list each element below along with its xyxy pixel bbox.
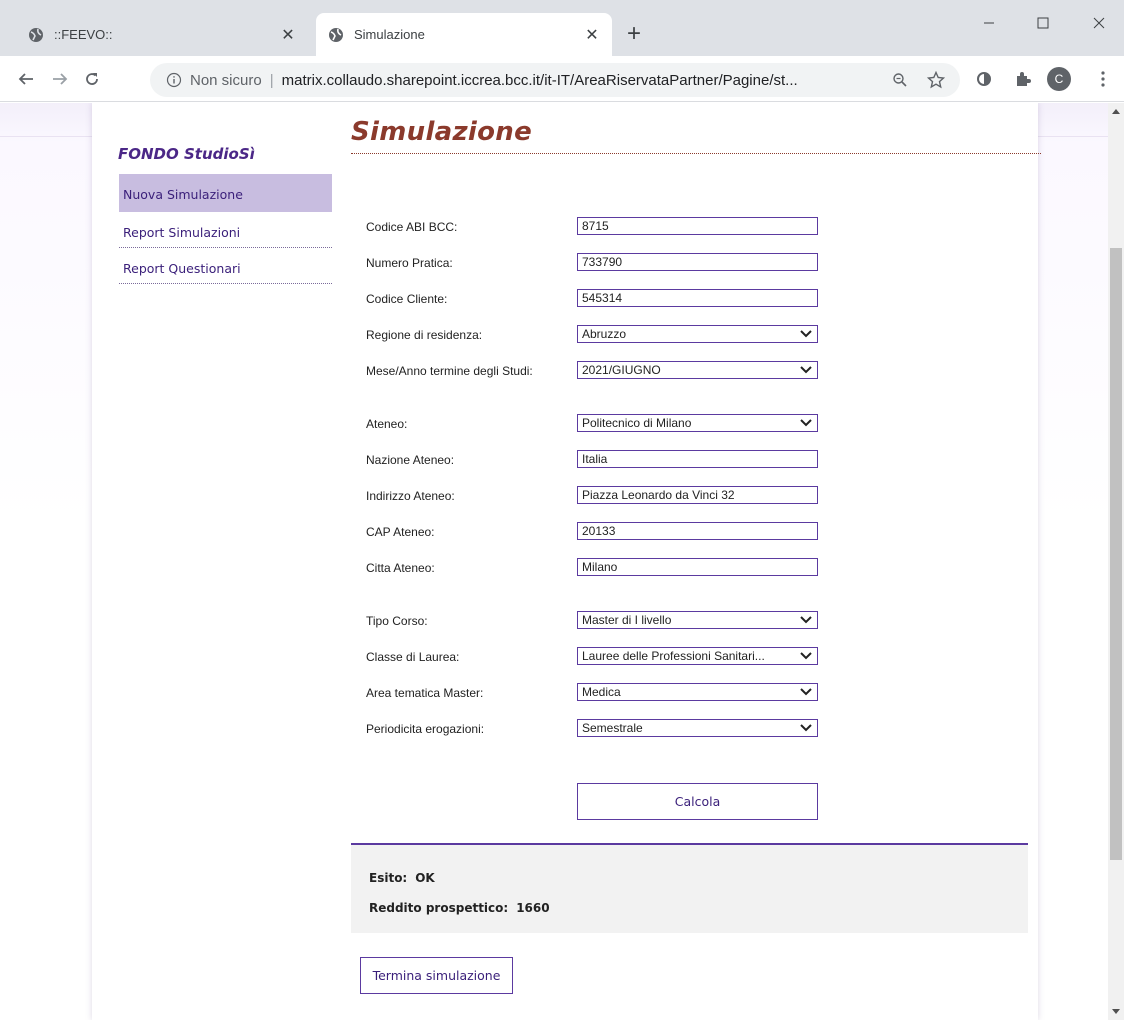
esito-value: OK bbox=[415, 871, 435, 885]
bookmark-star-icon[interactable] bbox=[926, 70, 946, 90]
tab-title: ::FEEVO:: bbox=[54, 27, 113, 42]
periodicita-label: Periodicita erogazioni: bbox=[366, 722, 485, 736]
arrow-right-icon bbox=[53, 73, 68, 85]
ateneo-value: Politecnico di Milano bbox=[582, 416, 692, 430]
mese-anno-label: Mese/Anno termine degli Studi: bbox=[366, 364, 533, 378]
maximize-icon bbox=[1037, 17, 1049, 29]
chevron-down-icon bbox=[800, 419, 812, 427]
numero-pratica-label: Numero Pratica: bbox=[366, 256, 453, 270]
new-tab-button[interactable]: + bbox=[620, 20, 648, 48]
maximize-button[interactable] bbox=[1020, 8, 1066, 38]
classe-laurea-select[interactable]: Lauree delle Professioni Sanitari... bbox=[577, 647, 818, 665]
area-tematica-label: Area tematica Master: bbox=[366, 686, 484, 700]
vertical-scrollbar[interactable] bbox=[1108, 103, 1124, 1020]
globe-icon bbox=[29, 27, 43, 42]
extensions-puzzle-icon[interactable] bbox=[1012, 68, 1034, 90]
nazione-ateneo-label: Nazione Ateneo: bbox=[366, 453, 455, 467]
chevron-down-icon bbox=[800, 688, 812, 696]
browser-tab-strip: ::FEEVO:: ✕ Simulazione ✕ + bbox=[0, 0, 1124, 56]
chevron-down-icon bbox=[800, 616, 812, 624]
ateneo-label: Ateneo: bbox=[366, 417, 408, 431]
address-separator: | bbox=[269, 71, 274, 89]
mese-anno-value: 2021/GIUGNO bbox=[582, 363, 661, 377]
security-label: Non sicuro bbox=[190, 71, 262, 89]
forward-button[interactable] bbox=[48, 67, 72, 91]
indirizzo-ateneo-input[interactable]: Piazza Leonardo da Vinci 32 bbox=[577, 486, 818, 504]
classe-laurea-value: Lauree delle Professioni Sanitari... bbox=[582, 649, 765, 663]
zoom-icon[interactable] bbox=[890, 70, 910, 90]
menu-kebab-icon[interactable] bbox=[1092, 68, 1114, 90]
url-text: matrix.collaudo.sharepoint.iccrea.bcc.it… bbox=[281, 71, 798, 89]
codice-cliente-label: Codice Cliente: bbox=[366, 292, 448, 306]
reload-icon bbox=[86, 73, 98, 85]
codice-cliente-input[interactable]: 545314 bbox=[577, 289, 818, 307]
minimize-icon bbox=[984, 22, 994, 24]
tipo-corso-select[interactable]: Master di I livello bbox=[577, 611, 818, 629]
sidebar-item-report-questionari[interactable]: Report Questionari bbox=[119, 248, 332, 284]
cap-ateneo-label: CAP Ateneo: bbox=[366, 525, 435, 539]
regione-value: Abruzzo bbox=[582, 327, 627, 341]
sidebar-item-nuova-simulazione[interactable]: Nuova Simulazione bbox=[119, 174, 332, 212]
reddito-value: 1660 bbox=[516, 901, 550, 915]
tab-simulazione[interactable]: Simulazione ✕ bbox=[316, 13, 612, 56]
cap-ateneo-input[interactable]: 20133 bbox=[577, 522, 818, 540]
citta-ateneo-label: Citta Ateneo: bbox=[366, 561, 435, 575]
reddito-label: Reddito prospettico: bbox=[369, 901, 509, 915]
browser-toolbar: Non sicuro | matrix.collaudo.sharepoint.… bbox=[0, 56, 1124, 102]
classe-laurea-label: Classe di Laurea: bbox=[366, 650, 460, 664]
calcola-button[interactable]: Calcola bbox=[577, 783, 818, 820]
result-panel: Esito: OK Reddito prospettico: 1660 bbox=[351, 843, 1028, 933]
scroll-up-arrow-icon[interactable] bbox=[1108, 103, 1124, 119]
termina-simulazione-button[interactable]: Termina simulazione bbox=[360, 957, 513, 994]
address-bar[interactable]: Non sicuro | matrix.collaudo.sharepoint.… bbox=[150, 63, 960, 97]
area-tematica-value: Medica bbox=[582, 685, 621, 699]
regione-label: Regione di residenza: bbox=[366, 328, 483, 342]
citta-ateneo-input[interactable]: Milano bbox=[577, 558, 818, 576]
reload-button[interactable] bbox=[80, 67, 104, 91]
page-title: Simulazione bbox=[351, 117, 533, 147]
close-window-button[interactable] bbox=[1076, 8, 1122, 38]
chevron-down-icon bbox=[800, 652, 812, 660]
sidebar-title: FONDO StudioSì bbox=[118, 145, 255, 163]
scroll-down-arrow-icon[interactable] bbox=[1108, 1004, 1124, 1020]
profile-avatar[interactable]: C bbox=[1047, 67, 1071, 91]
ateneo-select[interactable]: Politecnico di Milano bbox=[577, 414, 818, 432]
codice-abi-label: Codice ABI BCC: bbox=[366, 220, 458, 234]
numero-pratica-input[interactable]: 733790 bbox=[577, 253, 818, 271]
tipo-corso-label: Tipo Corso: bbox=[366, 614, 428, 628]
close-tab-icon[interactable]: ✕ bbox=[582, 25, 602, 45]
periodicita-value: Semestrale bbox=[582, 721, 643, 735]
codice-abi-input[interactable]: 8715 bbox=[577, 217, 818, 235]
regione-select[interactable]: Abruzzo bbox=[577, 325, 818, 343]
chevron-down-icon bbox=[800, 330, 812, 338]
nazione-ateneo-input[interactable]: Italia bbox=[577, 450, 818, 468]
minimize-button[interactable] bbox=[966, 8, 1012, 38]
page-viewport: FONDO StudioSì Nuova Simulazione Report … bbox=[0, 103, 1124, 1020]
indirizzo-ateneo-label: Indirizzo Ateneo: bbox=[366, 489, 455, 503]
esito-label: Esito: bbox=[369, 871, 408, 885]
area-tematica-select[interactable]: Medica bbox=[577, 683, 818, 701]
reddito-row: Reddito prospettico: 1660 bbox=[369, 901, 550, 915]
back-button[interactable] bbox=[14, 67, 38, 91]
chevron-down-icon bbox=[800, 724, 812, 732]
chevron-down-icon bbox=[800, 366, 812, 374]
tab-feevo[interactable]: ::FEEVO:: ✕ bbox=[16, 13, 308, 56]
mese-anno-select[interactable]: 2021/GIUGNO bbox=[577, 361, 818, 379]
esito-row: Esito: OK bbox=[369, 871, 435, 885]
scrollbar-thumb[interactable] bbox=[1110, 248, 1122, 860]
periodicita-select[interactable]: Semestrale bbox=[577, 719, 818, 737]
tab-title: Simulazione bbox=[354, 27, 425, 42]
close-icon bbox=[1093, 17, 1105, 29]
extension-circle-icon[interactable] bbox=[973, 68, 995, 90]
tipo-corso-value: Master di I livello bbox=[582, 613, 672, 627]
globe-icon bbox=[329, 27, 343, 42]
arrow-left-icon bbox=[18, 73, 33, 85]
title-divider bbox=[351, 153, 1041, 154]
sidebar-item-report-simulazioni[interactable]: Report Simulazioni bbox=[119, 212, 332, 248]
sidebar-nav: Nuova Simulazione Report Simulazioni Rep… bbox=[119, 174, 332, 284]
info-icon bbox=[166, 72, 182, 88]
close-tab-icon[interactable]: ✕ bbox=[278, 25, 298, 45]
